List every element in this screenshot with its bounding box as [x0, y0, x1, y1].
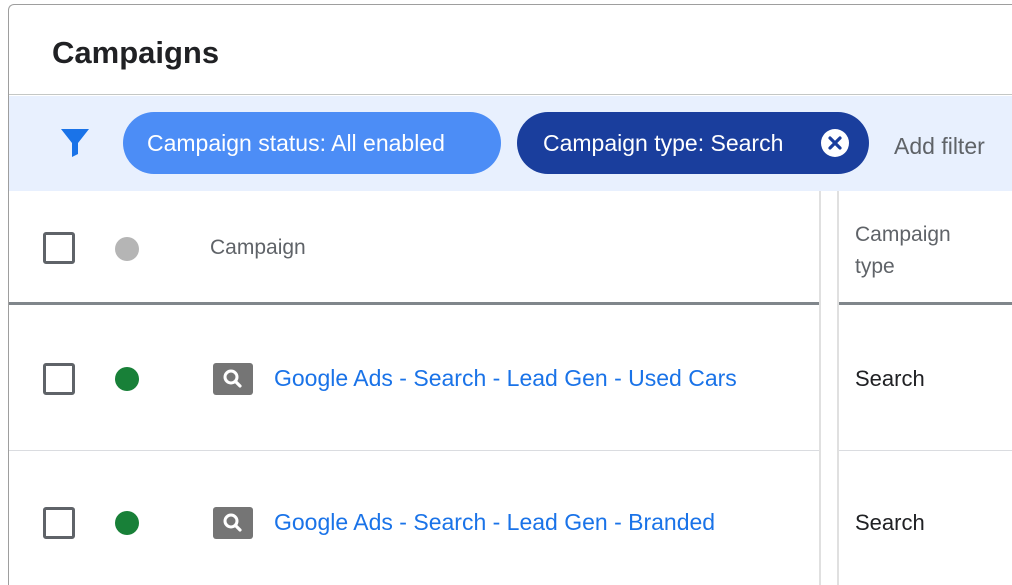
filter-funnel-icon[interactable] [59, 126, 91, 158]
column-resize-divider[interactable] [819, 191, 839, 585]
filter-chip-label: Campaign status: All enabled [147, 129, 445, 156]
campaign-name-link[interactable]: Google Ads - Search - Lead Gen - Branded [274, 509, 715, 536]
table-header-row: Campaign Campaign type [9, 191, 1012, 305]
status-enabled-dot-icon [115, 511, 139, 535]
page-title: Campaigns [52, 35, 220, 70]
filter-bar: Campaign status: All enabled Campaign ty… [9, 96, 1012, 191]
status-enabled-dot-icon [115, 367, 139, 391]
search-campaign-icon [213, 363, 253, 395]
campaign-type-cell: Search [855, 366, 925, 391]
campaigns-panel: Campaigns Campaign status: All enabled C… [8, 4, 1012, 585]
filter-chip-campaign-type[interactable]: Campaign type: Search [517, 112, 869, 174]
search-campaign-icon [213, 507, 253, 539]
row-checkbox[interactable] [43, 507, 75, 539]
row-checkbox[interactable] [43, 363, 75, 395]
table-row: Google Ads - Search - Lead Gen - Branded… [9, 451, 1012, 585]
campaign-name-link[interactable]: Google Ads - Search - Lead Gen - Used Ca… [274, 365, 737, 392]
status-header-dot-icon [115, 237, 139, 261]
column-header-campaign-type[interactable]: Campaign type [855, 219, 951, 283]
table-row: Google Ads - Search - Lead Gen - Used Ca… [9, 305, 1012, 451]
select-all-checkbox[interactable] [43, 232, 75, 264]
column-header-campaign[interactable]: Campaign [210, 232, 306, 264]
column-header-line: Campaign [855, 223, 951, 246]
page-header: Campaigns [9, 5, 1012, 95]
add-filter-button[interactable]: Add filter [894, 133, 985, 160]
campaigns-table: Campaign Campaign type Google Ads - Sear… [9, 191, 1012, 585]
filter-chip-label: Campaign type: Search [543, 129, 784, 156]
column-header-line: type [855, 255, 895, 278]
close-circle-icon[interactable] [820, 128, 850, 158]
campaign-type-cell: Search [855, 510, 925, 535]
filter-chip-campaign-status[interactable]: Campaign status: All enabled [123, 112, 501, 174]
